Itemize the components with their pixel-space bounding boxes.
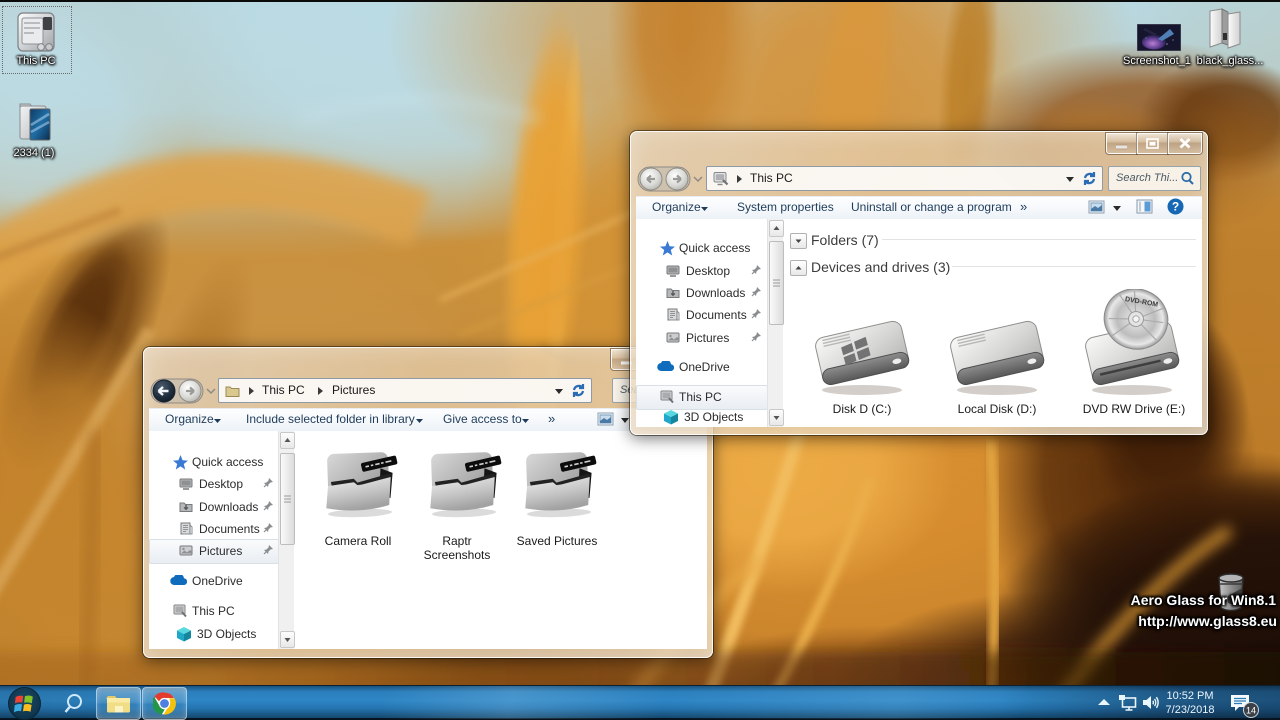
svg-text:14: 14 (1246, 705, 1256, 715)
svg-text:?: ? (1172, 200, 1179, 214)
